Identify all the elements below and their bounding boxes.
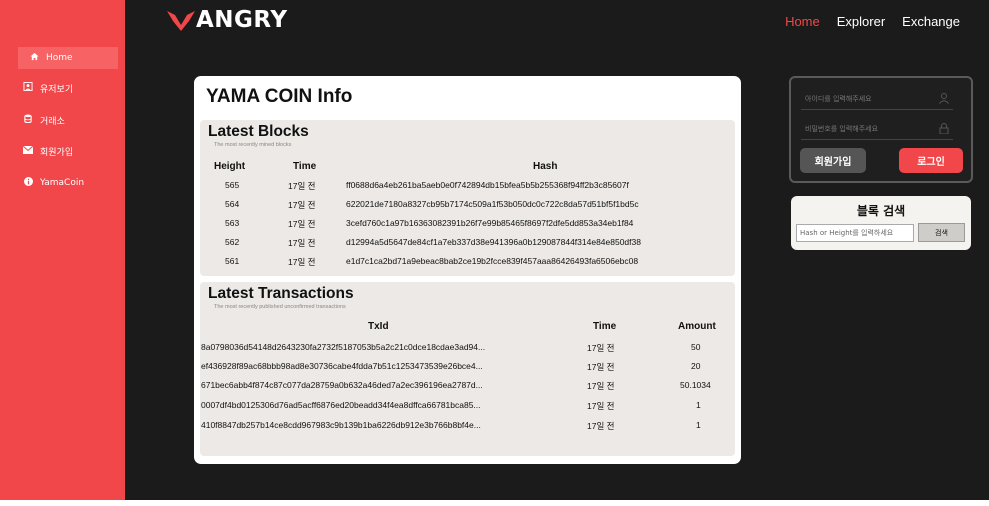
sidebar-item-signup[interactable]: 회원가입: [21, 140, 121, 162]
block-height: 563: [225, 218, 240, 228]
login-box: 아이디를 입력해주세요 비밀번호를 입력해주세요 회원가입 로그인: [789, 76, 973, 183]
col-header-time: Time: [593, 321, 617, 332]
search-title: 블록 검색: [856, 204, 906, 218]
tx-time: 17일 전: [587, 381, 615, 391]
block-hash[interactable]: d12994a5d5647de84cf1a7eb337d38e941396a0b…: [346, 237, 641, 247]
block-height: 562: [225, 237, 240, 247]
tx-time: 17일 전: [587, 343, 615, 353]
sidebar-item-label: 유저보기: [40, 84, 74, 95]
password-placeholder: 비밀번호를 입력해주세요: [805, 124, 879, 133]
home-icon: [27, 52, 41, 64]
logo[interactable]: ANGRY: [167, 7, 288, 33]
blocks-subtitle: The most recently mined blocks: [214, 142, 292, 148]
search-button[interactable]: 검색: [918, 223, 965, 242]
id-placeholder: 아이디를 입력해주세요: [805, 94, 872, 103]
block-height: 564: [225, 199, 240, 209]
tx-amount: 20: [691, 361, 701, 371]
top-nav: Home Explorer Exchange: [785, 14, 960, 29]
col-header-height: Height: [214, 161, 246, 172]
tx-id[interactable]: 0007df4bd0125306d76ad5acff6876ed20beadd3…: [201, 400, 481, 410]
tx-id[interactable]: 410f8847db257b14ce8cdd967983c9b139b1ba62…: [201, 420, 481, 430]
block-time: 17일 전: [288, 257, 316, 267]
block-hash[interactable]: 3cefd760c1a97b16363082391b26f7e99b85465f…: [346, 218, 633, 228]
sidebar-item-label: 거래소: [40, 116, 65, 127]
col-header-amount: Amount: [678, 321, 716, 332]
col-header-txid: TxId: [368, 321, 389, 332]
sidebar-item-home[interactable]: Home: [18, 47, 118, 69]
tx-amount: 1: [696, 400, 701, 410]
page-title: YAMA COIN Info: [206, 86, 353, 107]
tx-id[interactable]: 8a0798036d54148d2643230fa2732f5187053b5a…: [201, 342, 485, 352]
id-input[interactable]: 아이디를 입력해주세요: [801, 88, 953, 110]
password-input[interactable]: 비밀번호를 입력해주세요: [801, 118, 953, 140]
transactions-title: Latest Transactions: [208, 285, 354, 302]
col-header-hash: Hash: [533, 161, 558, 172]
page-bottom-strip: [0, 500, 989, 506]
sidebar: Home 유저보기 거래소 회원가입 YamaCoin: [0, 0, 125, 500]
tx-amount: 1: [696, 420, 701, 430]
tx-amount: 50: [691, 342, 701, 352]
block-hash[interactable]: ff0688d6a4eb261ba5aeb0e0f742894db15bfea5…: [346, 180, 629, 190]
block-search-box: 블록 검색 Hash or Height를 입력하세요 검색: [791, 196, 971, 250]
block-hash[interactable]: 622021de7180a8327cb95b7174c509a1f53b050d…: [346, 199, 639, 209]
nav-home[interactable]: Home: [785, 14, 820, 29]
sidebar-item-exchange[interactable]: 거래소: [21, 109, 121, 131]
database-icon: [21, 114, 35, 126]
signup-button[interactable]: 회원가입: [800, 148, 866, 173]
blocks-title: Latest Blocks: [208, 123, 309, 140]
sidebar-item-label: YamaCoin: [40, 178, 85, 188]
block-height: 565: [225, 180, 240, 190]
nav-explorer[interactable]: Explorer: [837, 14, 885, 29]
user-icon: [21, 82, 35, 94]
mail-icon: [21, 145, 35, 157]
tx-time: 17일 전: [587, 421, 615, 431]
block-height: 561: [225, 256, 240, 266]
sidebar-item-users[interactable]: 유저보기: [21, 77, 121, 99]
bat-logo-icon: [167, 11, 195, 31]
sidebar-item-label: Home: [46, 53, 73, 63]
sidebar-item-label: 회원가입: [40, 147, 74, 158]
block-time: 17일 전: [288, 200, 316, 210]
login-button[interactable]: 로그인: [899, 148, 963, 173]
tx-id[interactable]: 671bec6abb4f874c87c077da28759a0b632a46de…: [201, 380, 483, 390]
tx-id[interactable]: ef436928f89ac68bbb98ad8e30736cabe4fdda7b…: [201, 361, 483, 371]
latest-blocks-section: Latest Blocks The most recently mined bl…: [200, 120, 735, 276]
tx-time: 17일 전: [587, 401, 615, 411]
info-icon: [21, 177, 35, 189]
transactions-subtitle: The most recently published unconfirmed …: [214, 304, 346, 310]
lock-icon: [939, 123, 949, 134]
tx-time: 17일 전: [587, 362, 615, 372]
block-time: 17일 전: [288, 238, 316, 248]
search-placeholder: Hash or Height를 입력하세요: [800, 229, 894, 237]
tx-amount: 50.1034: [680, 380, 711, 390]
logo-text: ANGRY: [196, 7, 288, 33]
search-input[interactable]: Hash or Height를 입력하세요: [796, 224, 914, 242]
block-hash[interactable]: e1d7c1ca2bd71a9ebeac8bab2ce19b2fcce839f4…: [346, 256, 638, 266]
col-header-time: Time: [293, 161, 317, 172]
block-time: 17일 전: [288, 219, 316, 229]
nav-exchange[interactable]: Exchange: [902, 14, 960, 29]
sidebar-item-yamacoin[interactable]: YamaCoin: [21, 172, 121, 194]
latest-transactions-section: Latest Transactions The most recently pu…: [200, 282, 735, 456]
user-icon: [939, 93, 949, 104]
coin-info-panel: YAMA COIN Info Latest Blocks The most re…: [194, 76, 741, 464]
block-time: 17일 전: [288, 181, 316, 191]
